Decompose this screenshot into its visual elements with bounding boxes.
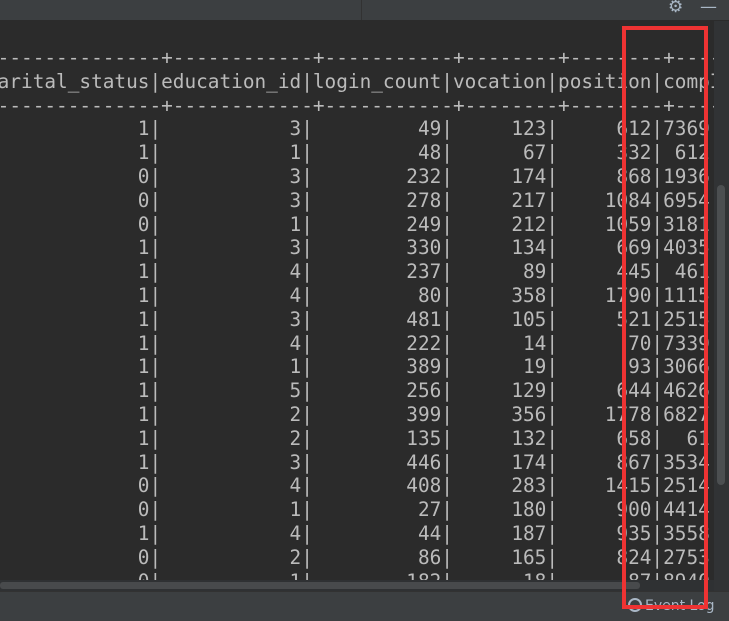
table-row: 0| 3| 232| 174| 868|1936.0| [0,164,714,188]
vertical-scrollbar[interactable] [714,21,729,591]
vertical-scroll-thumb[interactable] [717,185,725,485]
toolbar-divider [361,0,362,20]
table-row: 0| 1| 27| 180| 900|4414.0| [0,498,714,522]
gear-icon[interactable]: ⚙ [668,0,683,17]
console-text: ---------------+------------+-----------… [0,46,714,591]
horizontal-scroll-thumb[interactable] [0,582,640,589]
table-row: 1| 4| 237| 89| 445| 461.0| [0,260,714,284]
top-toolbar: ⚙ — [0,0,729,20]
table-row: 0| 2| 86| 165| 824|2753.0| [0,545,714,569]
table-row: 0| 4| 408| 283| 1415|2514.0| [0,474,714,498]
table-row: 1| 5| 256| 129| 644|4626.0| [0,379,714,403]
table-header: marital_status|education_id|login_count|… [0,69,714,93]
status-bar: Event Log [0,591,729,621]
horizontal-scrollbar[interactable] [0,580,714,591]
table-separator: ---------------+------------+-----------… [0,93,714,117]
table-row: 1| 4| 222| 14| 70|7339.0| [0,331,714,355]
table-row: 1| 4| 80| 358| 1790|1115.0| [0,283,714,307]
table-row: 1| 1| 389| 19| 93|3066.0| [0,355,714,379]
table-row: 1| 3| 49| 123| 612|7369.0| [0,117,714,141]
table-row: 0| 3| 278| 217| 1084|6954.0| [0,188,714,212]
table-row: 1| 3| 446| 174| 867|3534.0| [0,450,714,474]
table-row: 1| 1| 48| 67| 332| 612.0| [0,141,714,165]
table-row: 1| 3| 481| 105| 521|2515.0| [0,307,714,331]
minimize-icon[interactable]: — [700,0,717,17]
table-row: 1| 2| 135| 132| 658| 61.0| [0,426,714,450]
table-row: 0| 1| 249| 212| 1059|3181.0| [0,212,714,236]
table-separator: ---------------+------------+-----------… [0,46,714,69]
compid-highlight-box [622,26,708,609]
table-row: 1| 2| 399| 356| 1778|6827.0| [0,402,714,426]
table-row: 1| 4| 44| 187| 935|3558.0| [0,521,714,545]
console-output[interactable]: ---------------+------------+-----------… [0,21,714,591]
table-row: 1| 3| 330| 134| 669|4035.0| [0,236,714,260]
